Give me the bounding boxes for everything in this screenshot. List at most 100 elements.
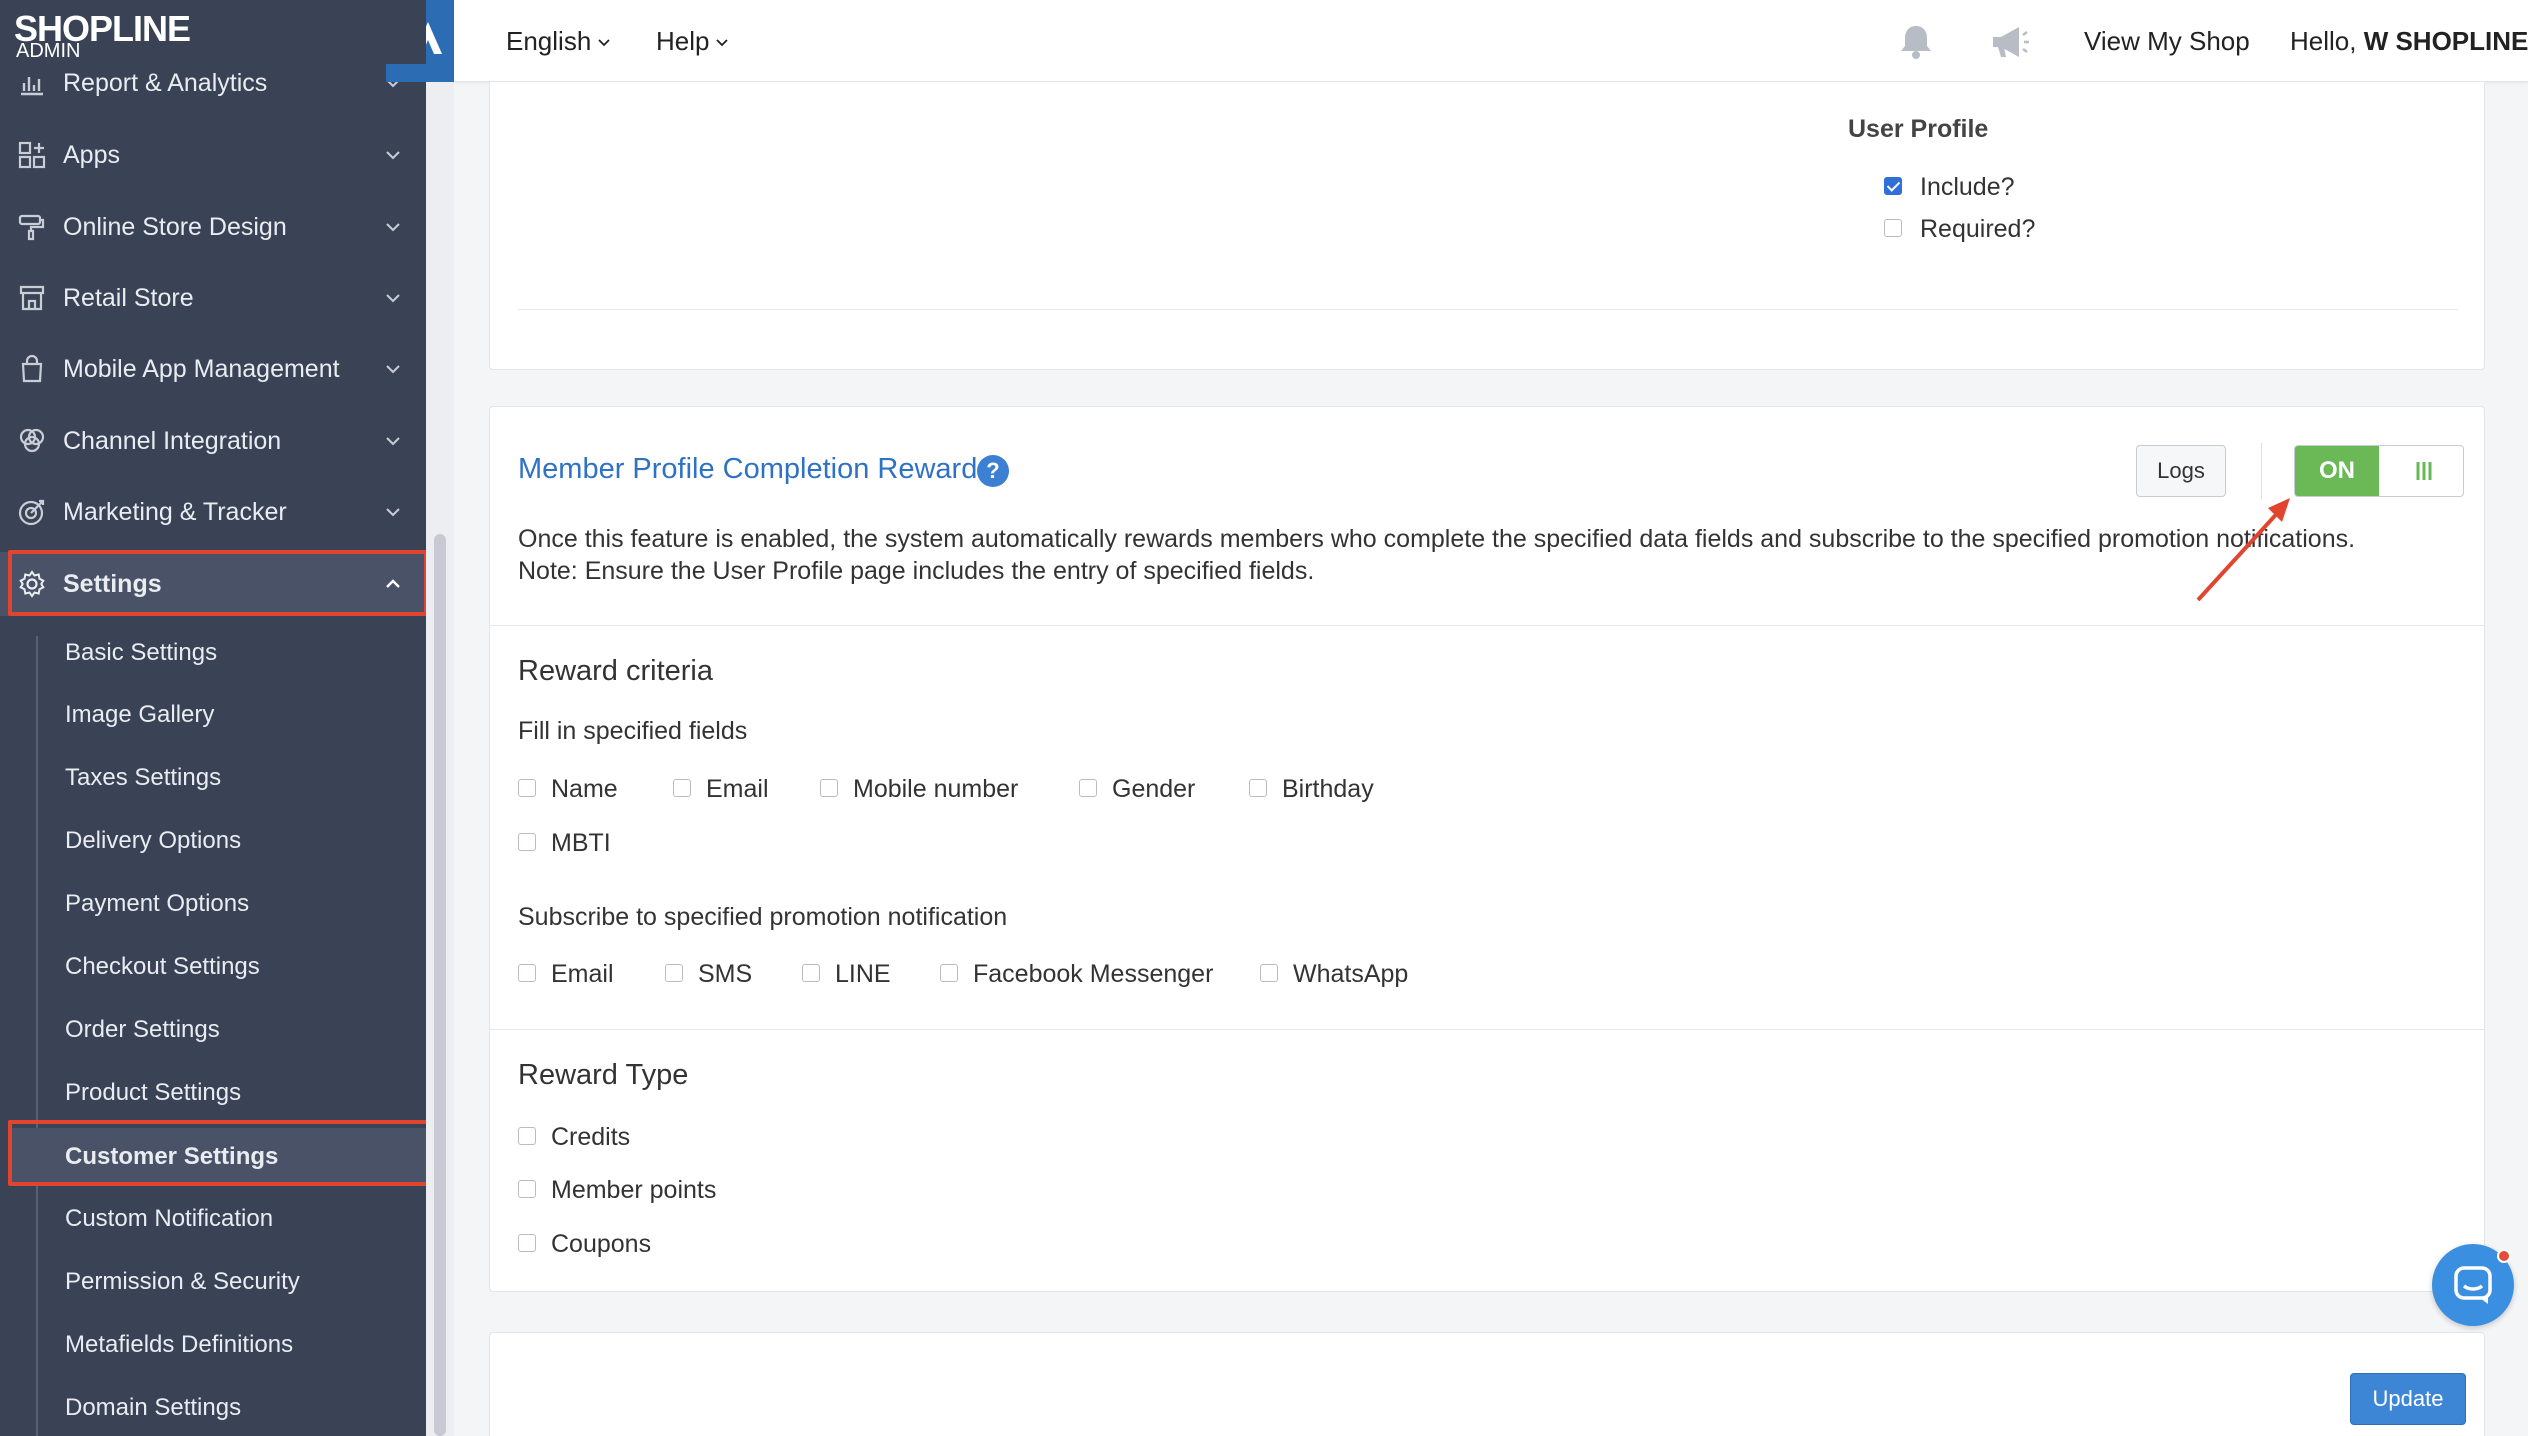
member-profile-reward-card: Member Profile Completion Reward ? Logs … (489, 406, 2485, 1292)
chevron-down-icon (386, 294, 400, 303)
notify-whatsapp-checkbox[interactable] (1260, 964, 1278, 982)
reward-criteria-title: Reward criteria (518, 655, 713, 687)
field-email-label: Email (706, 775, 769, 803)
chart-icon (16, 67, 48, 99)
sidebar-item-settings[interactable]: Settings (0, 552, 426, 616)
field-email-checkbox[interactable] (673, 779, 691, 797)
notify-messenger-checkbox[interactable] (940, 964, 958, 982)
notify-whatsapp-label: WhatsApp (1293, 960, 1409, 988)
help-dropdown[interactable]: Help (656, 26, 729, 57)
apps-icon (16, 139, 48, 171)
sidebar-item-customer-settings[interactable]: Customer Settings (10, 1128, 426, 1186)
top-header: English Help View My Shop Hello, W SHOPL… (454, 0, 2528, 82)
field-birthday-label: Birthday (1282, 775, 1374, 803)
user-profile-card: User Profile Include? Required? (489, 82, 2485, 370)
field-name-checkbox[interactable] (518, 779, 536, 797)
sidebar-item-product-settings[interactable]: Product Settings (65, 1066, 425, 1120)
target-icon (16, 496, 48, 528)
reward-credits-label: Credits (551, 1123, 631, 1151)
sidebar-item-order-settings[interactable]: Order Settings (65, 1003, 425, 1057)
sidebar-item-custom-notification[interactable]: Custom Notification (65, 1192, 425, 1246)
field-mobile-checkbox[interactable] (820, 779, 838, 797)
annotation-arrow-icon (2196, 498, 2290, 602)
chevron-down-icon (386, 151, 400, 160)
toggle-on-label: ON (2295, 446, 2379, 496)
notify-line-checkbox[interactable] (802, 964, 820, 982)
reward-description-line1: Once this feature is enabled, the system… (518, 525, 2356, 553)
reward-coupons-checkbox[interactable] (518, 1234, 536, 1252)
sidebar-item-online-store-design[interactable]: Online Store Design (0, 195, 426, 259)
field-gender-checkbox[interactable] (1079, 779, 1097, 797)
sidebar-item-image-gallery[interactable]: Image Gallery (65, 688, 425, 742)
divider (490, 1029, 2484, 1030)
paint-roller-icon (16, 211, 48, 243)
reward-card-title: Member Profile Completion Reward (518, 453, 978, 485)
field-name-label: Name (551, 775, 618, 803)
chevron-down-icon (598, 38, 610, 46)
notify-messenger-label: Facebook Messenger (973, 960, 1214, 988)
chevron-down-icon (386, 437, 400, 446)
subscribe-title: Subscribe to specified promotion notific… (518, 903, 1008, 931)
sidebar: Report & Analytics Apps Online Store Des… (0, 0, 426, 1436)
include-label: Include? (1920, 173, 2015, 201)
footer-card: Update (489, 1332, 2485, 1436)
sidebar-item-payment-options[interactable]: Payment Options (65, 877, 425, 931)
field-mbti-label: MBTI (551, 829, 611, 857)
reward-coupons-label: Coupons (551, 1230, 652, 1258)
field-birthday-checkbox[interactable] (1249, 779, 1267, 797)
sidebar-item-mobile-app-management[interactable]: Mobile App Management (0, 337, 426, 401)
sidebar-item-apps[interactable]: Apps (0, 123, 426, 187)
sidebar-scrollbar-thumb[interactable] (434, 534, 446, 1436)
sidebar-item-checkout-settings[interactable]: Checkout Settings (65, 940, 425, 994)
submenu-guide-line (36, 636, 38, 1436)
language-dropdown[interactable]: English (506, 26, 611, 57)
sidebar-item-channel-integration[interactable]: Channel Integration (0, 409, 426, 473)
update-button[interactable]: Update (2350, 1373, 2466, 1425)
chevron-down-icon (386, 223, 400, 232)
toggle-grip-icon (2416, 462, 2432, 480)
store-icon (16, 282, 48, 314)
megaphone-icon[interactable] (1988, 20, 2032, 64)
reward-points-label: Member points (551, 1176, 717, 1204)
notification-dot (2497, 1249, 2511, 1263)
notify-line-label: LINE (835, 960, 891, 988)
logo-subtitle: ADMIN (16, 40, 81, 62)
divider (518, 309, 2458, 310)
include-checkbox[interactable] (1884, 177, 1902, 195)
field-mbti-checkbox[interactable] (518, 833, 536, 851)
user-menu[interactable]: Hello, W SHOPLINE (2290, 26, 2528, 57)
view-my-shop-link[interactable]: View My Shop (2084, 26, 2250, 57)
reward-points-checkbox[interactable] (518, 1180, 536, 1198)
sidebar-item-permission-security[interactable]: Permission & Security (65, 1255, 425, 1309)
sidebar-item-basic-settings[interactable]: Basic Settings (65, 626, 425, 680)
chevron-down-icon (716, 38, 729, 46)
feature-toggle[interactable]: ON (2294, 445, 2464, 497)
sidebar-item-marketing-tracker[interactable]: Marketing & Tracker (0, 480, 426, 544)
reward-type-title: Reward Type (518, 1059, 689, 1091)
required-checkbox[interactable] (1884, 219, 1902, 237)
help-icon[interactable]: ? (977, 455, 1009, 487)
reward-credits-checkbox[interactable] (518, 1127, 536, 1145)
shopping-bag-icon (16, 353, 48, 385)
notify-email-checkbox[interactable] (518, 964, 536, 982)
notify-sms-label: SMS (698, 960, 753, 988)
user-profile-title: User Profile (1848, 115, 1989, 143)
divider (490, 625, 2484, 626)
gear-icon (16, 568, 48, 600)
notify-email-label: Email (551, 960, 614, 988)
sidebar-item-taxes-settings[interactable]: Taxes Settings (65, 751, 425, 805)
sidebar-item-retail-store[interactable]: Retail Store (0, 266, 426, 330)
field-gender-label: Gender (1112, 775, 1196, 803)
sidebar-scrollbar[interactable] (426, 0, 454, 1436)
notify-sms-checkbox[interactable] (665, 964, 683, 982)
main-content: User Profile Include? Required? Member P… (454, 82, 2528, 1436)
field-mobile-label: Mobile number (853, 775, 1019, 803)
logo-area[interactable]: SHOPLINE ADMIN (0, 0, 426, 64)
sidebar-item-domain-settings[interactable]: Domain Settings (65, 1381, 425, 1435)
sidebar-item-metafields-definitions[interactable]: Metafields Definitions (65, 1318, 425, 1372)
chevron-up-icon (386, 579, 400, 588)
chevron-down-icon (386, 365, 400, 374)
user-name: W SHOPLINE (2363, 26, 2528, 56)
bell-icon[interactable] (1894, 20, 1938, 64)
sidebar-item-delivery-options[interactable]: Delivery Options (65, 814, 425, 868)
